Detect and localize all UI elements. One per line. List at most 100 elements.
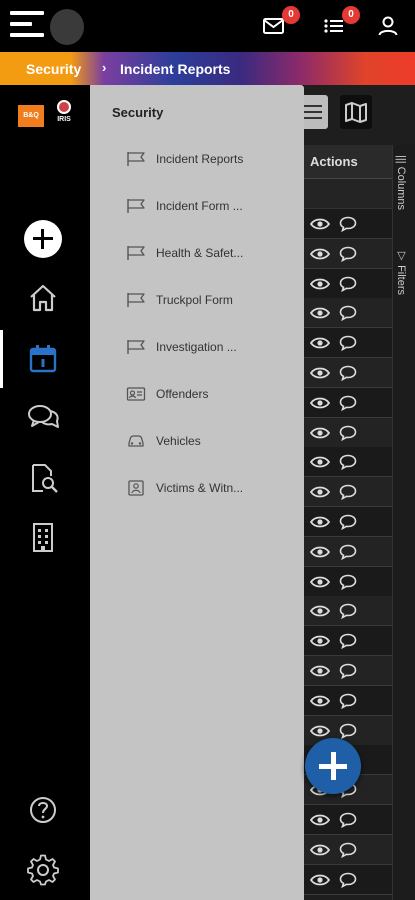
comment-icon[interactable] [339,544,357,560]
flyout-item[interactable]: Vehicles [122,425,292,457]
user-avatar[interactable] [50,9,84,45]
table-row[interactable] [304,358,392,388]
mail-badge: 0 [282,6,300,24]
table-row[interactable] [304,387,392,418]
table-row[interactable] [304,834,392,865]
comment-icon[interactable] [339,633,357,650]
top-bar: 0 0 [0,0,415,52]
eye-icon[interactable] [310,545,330,559]
eye-icon[interactable] [310,306,330,320]
table-row[interactable] [304,477,392,508]
table-row[interactable] [304,805,392,835]
settings-icon[interactable] [26,853,60,887]
breadcrumb: Security › Incident Reports [0,52,415,85]
profile-button[interactable] [376,12,404,40]
breadcrumb-section[interactable]: Security [26,61,81,77]
actions-column-header[interactable]: Actions [304,145,392,179]
table-row[interactable] [304,447,392,478]
table-row[interactable] [304,328,392,359]
eye-icon[interactable] [310,873,330,887]
filters-tab[interactable]: ▽ Filters [395,249,408,295]
calendar-icon[interactable] [26,342,60,376]
flyout-item[interactable]: Incident Form ... [122,190,292,222]
flyout-item-label: Health & Safet... [156,246,244,260]
filter-icon: ▽ [395,249,407,262]
comment-icon[interactable] [339,603,357,620]
eye-icon[interactable] [310,575,330,589]
flyout-item-label: Investigation ... [156,340,237,354]
eye-icon[interactable] [310,247,330,261]
comment-icon[interactable] [339,454,357,471]
eye-icon[interactable] [310,366,330,380]
comment-icon[interactable] [339,842,357,858]
fab-add-button[interactable] [305,738,361,794]
table-row[interactable] [304,298,392,329]
comment-icon[interactable] [339,663,357,679]
comment-icon[interactable] [339,514,357,530]
comment-icon[interactable] [339,574,357,590]
comment-icon[interactable] [339,872,357,888]
flyout-item[interactable]: Investigation ... [122,331,292,363]
table-row[interactable] [304,864,392,895]
table-row[interactable] [304,566,392,597]
comment-icon[interactable] [339,305,357,322]
comment-icon[interactable] [339,395,357,411]
eye-icon[interactable] [310,843,330,857]
table-row[interactable] [304,596,392,627]
comment-icon[interactable] [339,484,357,501]
table-row[interactable] [304,417,392,448]
flyout-item-label: Incident Reports [156,152,244,166]
eye-icon[interactable] [310,694,330,708]
comment-icon[interactable] [339,216,357,232]
tasks-button[interactable]: 0 [322,6,360,40]
eye-icon[interactable] [310,813,330,827]
eye-icon[interactable] [310,426,330,440]
help-icon[interactable] [26,793,60,827]
eye-icon[interactable] [310,336,330,350]
flyout-item[interactable]: Offenders [122,378,292,410]
flyout-item[interactable]: Truckpol Form [122,284,292,316]
table-row[interactable] [304,209,392,239]
eye-icon[interactable] [310,277,330,291]
eye-icon[interactable] [310,634,330,648]
table-row[interactable] [304,238,392,269]
flyout-item-label: Victims & Witn... [156,481,244,495]
mail-button[interactable]: 0 [262,6,300,40]
comment-icon[interactable] [339,365,357,381]
comment-icon[interactable] [339,693,357,709]
grid-side-tabs: ||| Columns ▽ Filters [392,145,415,900]
table-row[interactable] [304,626,392,657]
eye-icon[interactable] [310,217,330,231]
eye-icon[interactable] [310,455,330,469]
table-row[interactable] [304,536,392,567]
map-view-button[interactable] [340,95,372,129]
table-row[interactable] [304,268,392,299]
table-row[interactable] [304,656,392,686]
home-icon[interactable] [26,281,60,315]
flyout-item[interactable]: Incident Reports [122,143,292,175]
eye-icon[interactable] [310,604,330,618]
eye-icon[interactable] [310,724,330,738]
comment-icon[interactable] [339,812,357,828]
table-row[interactable] [304,685,392,716]
comment-icon[interactable] [339,723,357,739]
filter-row [304,179,392,209]
chat-icon[interactable] [26,401,60,435]
eye-icon[interactable] [310,485,330,499]
document-search-icon[interactable] [26,461,60,495]
eye-icon[interactable] [310,396,330,410]
columns-tab[interactable]: ||| Columns [395,155,407,210]
hamburger-menu-icon[interactable] [10,9,44,41]
add-icon[interactable] [24,220,62,258]
table-row[interactable] [304,715,392,746]
table-row[interactable] [304,507,392,537]
building-icon[interactable] [26,521,60,555]
eye-icon[interactable] [310,515,330,529]
comment-icon[interactable] [339,276,357,292]
eye-icon[interactable] [310,664,330,678]
flyout-item[interactable]: Health & Safet... [122,237,292,269]
comment-icon[interactable] [339,246,357,262]
comment-icon[interactable] [339,425,357,441]
comment-icon[interactable] [339,335,357,352]
flyout-item[interactable]: Victims & Witn... [122,472,292,504]
